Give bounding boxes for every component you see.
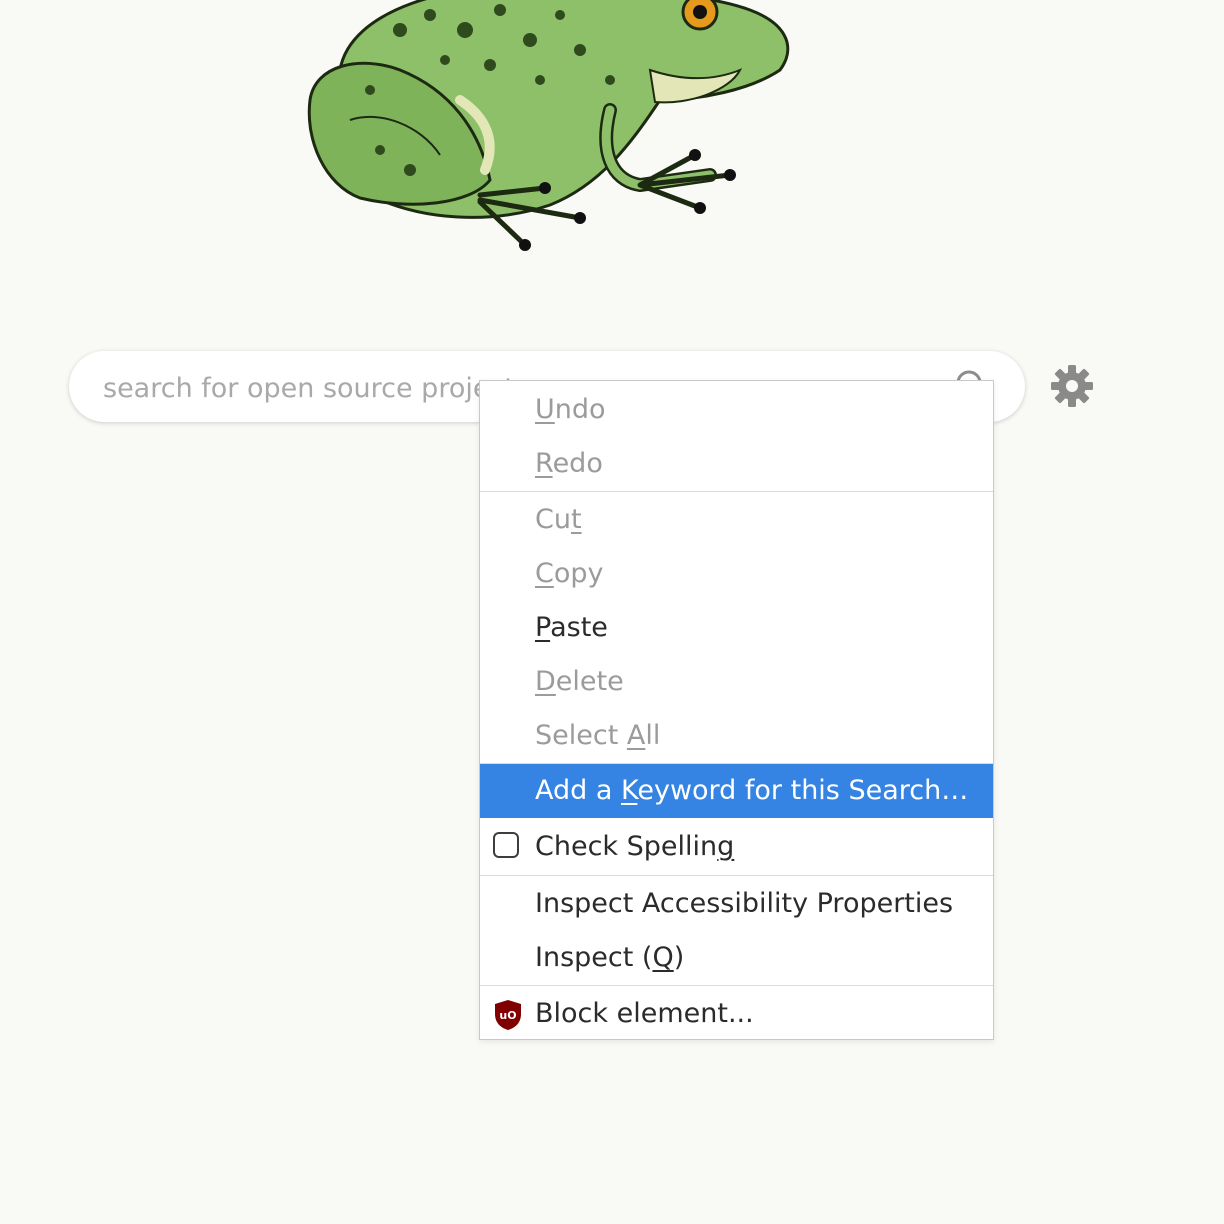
menu-item-copy[interactable]: Copy [480, 547, 993, 601]
menu-item-label: Undo [535, 394, 606, 425]
svg-text:uO: uO [499, 1009, 516, 1022]
menu-item-label: Redo [535, 448, 603, 479]
gear-icon[interactable] [1050, 364, 1094, 408]
menu-item-paste[interactable]: Paste [480, 601, 993, 655]
menu-item-check-spelling[interactable]: Check Spelling [480, 820, 993, 874]
menu-separator [480, 875, 993, 876]
menu-separator [480, 985, 993, 986]
frog-logo [307, 0, 790, 251]
menu-item-inspect-accessibility[interactable]: Inspect Accessibility Properties [480, 877, 993, 931]
menu-item-label: Block element... [535, 998, 754, 1029]
menu-item-cut[interactable]: Cut [480, 493, 993, 547]
menu-separator [480, 491, 993, 492]
menu-item-label: Copy [535, 558, 604, 589]
menu-item-label: Check Spelling [535, 831, 735, 862]
menu-item-label: Inspect Accessibility Properties [535, 888, 954, 919]
menu-item-label: Paste [535, 612, 608, 643]
ublock-shield-icon: uO [495, 1000, 521, 1030]
menu-item-inspect[interactable]: Inspect (Q) [480, 931, 993, 985]
menu-item-label: Cut [535, 504, 582, 535]
menu-item-label: Select All [535, 720, 661, 751]
menu-item-select-all[interactable]: Select All [480, 709, 993, 763]
menu-item-add-keyword[interactable]: Add a Keyword for this Search… [480, 764, 993, 818]
menu-item-block-element[interactable]: uO Block element... [480, 987, 993, 1041]
menu-item-label: Add a Keyword for this Search… [535, 775, 969, 806]
menu-item-redo[interactable]: Redo [480, 437, 993, 491]
menu-item-delete[interactable]: Delete [480, 655, 993, 709]
menu-item-label: Inspect (Q) [535, 942, 685, 973]
menu-item-undo[interactable]: Undo [480, 383, 993, 437]
menu-item-label: Delete [535, 666, 624, 697]
checkbox-icon[interactable] [493, 832, 519, 858]
context-menu: Undo Redo Cut Copy Paste Delete Select A… [479, 380, 994, 1040]
